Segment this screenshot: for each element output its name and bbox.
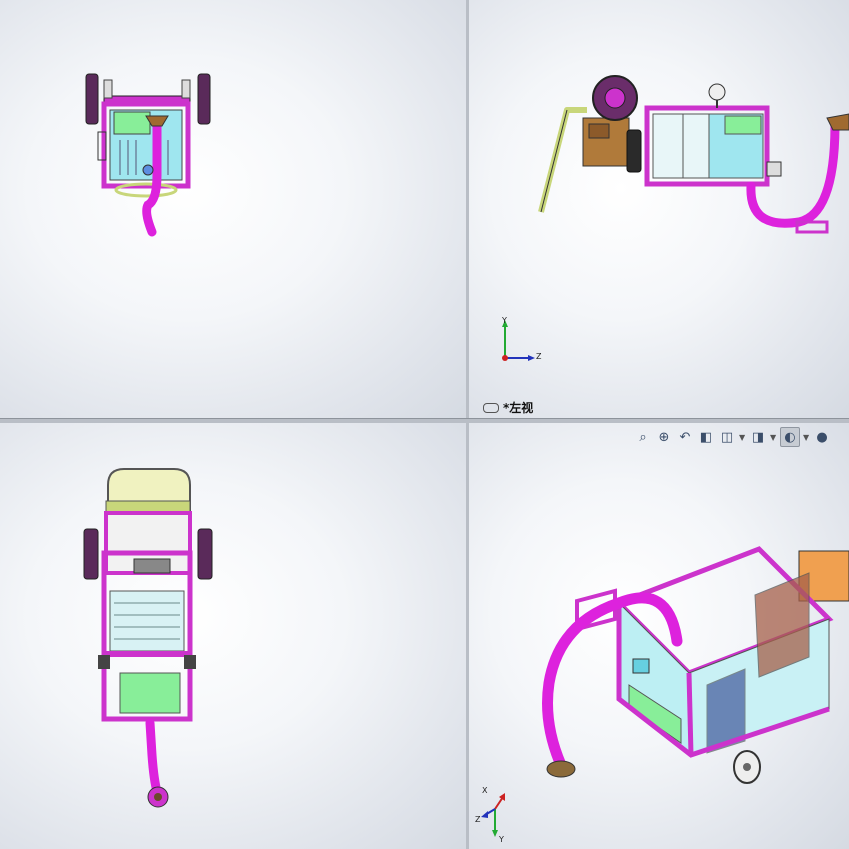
large-wheel-hub <box>604 87 626 109</box>
view-name-text: *左视 <box>503 401 534 415</box>
caster-wheel <box>708 83 726 101</box>
viewport-bottom-left[interactable] <box>0 423 466 849</box>
green-panel-side <box>724 115 762 135</box>
drive-pulley <box>626 129 642 173</box>
viewport-top-right[interactable]: Y Z *左视 <box>469 0 849 418</box>
wheel-right-top <box>197 528 213 580</box>
grate-panel <box>109 590 185 652</box>
triad-x-label: X <box>482 786 488 795</box>
link-views-icon[interactable] <box>483 402 499 413</box>
viewport-bottom-right[interactable]: ⌕ ⊕ ↶ ◧ ◫ ▼ ◨ ▼ ◐ ▼ ● X Y Z <box>469 423 849 849</box>
nozzle-iso <box>546 760 576 778</box>
model-front-view <box>85 73 211 237</box>
model-isometric-view <box>542 546 849 784</box>
hose-side <box>746 119 840 228</box>
valve <box>142 164 154 176</box>
triad-y-label: Y <box>502 316 507 325</box>
wheel-right <box>197 73 211 125</box>
push-handle <box>538 107 587 213</box>
door-panel <box>652 113 710 179</box>
wheel-left-top <box>83 528 99 580</box>
view-name-label: *左视 <box>483 399 533 416</box>
caster-right <box>181 79 191 99</box>
frame-top-bar <box>103 95 191 103</box>
viewport-top-left[interactable] <box>0 0 466 418</box>
nozzle-side <box>826 113 849 131</box>
model-top-view <box>83 468 213 808</box>
wheel-left <box>85 73 99 125</box>
triad-z-label-iso: Z <box>475 815 481 824</box>
green-panel <box>113 111 151 135</box>
hose-top <box>145 718 163 800</box>
green-panel-top <box>119 672 181 714</box>
triad-y-label-iso: Y <box>499 835 504 844</box>
triad-z-label: Z <box>536 352 542 361</box>
caster-left <box>103 79 113 99</box>
